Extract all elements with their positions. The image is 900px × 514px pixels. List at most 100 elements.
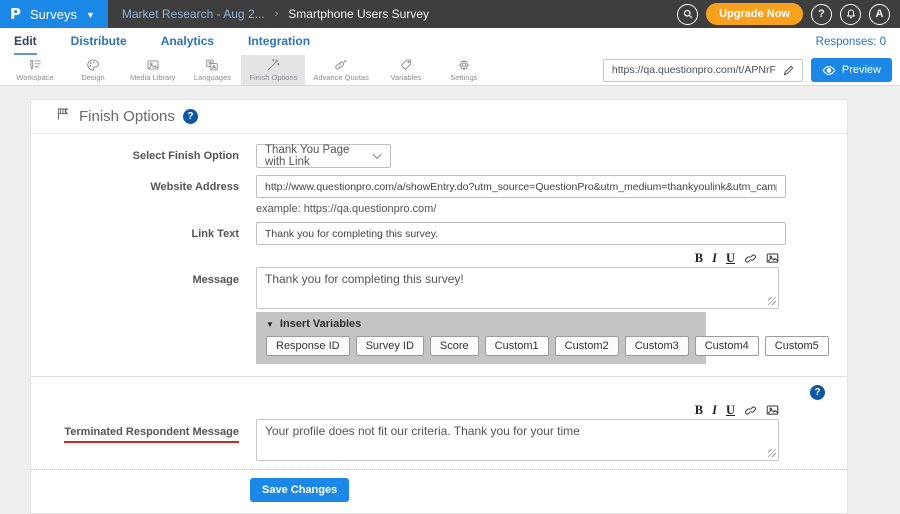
terminated-help-icon[interactable]: ? xyxy=(810,385,825,400)
finish-option-select[interactable]: Thank You Page with Link xyxy=(256,144,391,168)
terminated-message-textarea[interactable]: Your profile does not fit our criteria. … xyxy=(256,419,779,461)
finish-options-card: Finish Options ? Select Finish Option Th… xyxy=(30,99,848,514)
message-editor-toolbar: B I U xyxy=(256,252,779,265)
terminated-editor-toolbar: B I U xyxy=(256,404,779,417)
tab-distribute[interactable]: Distribute xyxy=(71,28,127,55)
finish-options-help-icon[interactable]: ? xyxy=(183,109,198,124)
breadcrumb: Market Research - Aug 2... › Smartphone … xyxy=(122,7,429,21)
toolbar-item-languages[interactable]: Languages xyxy=(183,55,241,85)
tab-integration[interactable]: Integration xyxy=(248,28,310,55)
edit-toolbar: Workspace Design Media Library Languages… xyxy=(0,55,900,86)
toolbar-item-design[interactable]: Design xyxy=(64,55,122,85)
notifications-button[interactable] xyxy=(840,4,861,25)
italic-button[interactable]: I xyxy=(712,404,717,417)
section-divider xyxy=(31,376,847,377)
translate-icon xyxy=(205,58,219,72)
website-address-example: example: https://qa.questionpro.com/ xyxy=(256,203,786,215)
eye-icon xyxy=(822,65,836,76)
pencil-icon xyxy=(782,64,795,77)
bell-icon xyxy=(845,8,857,20)
underline-button[interactable]: U xyxy=(726,252,735,265)
page-title: Finish Options xyxy=(79,108,175,125)
breadcrumb-survey-name[interactable]: Smartphone Users Survey xyxy=(288,7,429,21)
var-custom2-button[interactable]: Custom2 xyxy=(555,336,619,356)
survey-url-input[interactable] xyxy=(604,64,776,76)
search-button[interactable] xyxy=(677,4,698,25)
terminated-message-row: Terminated Respondent Message B I U xyxy=(31,404,847,461)
underline-button[interactable]: U xyxy=(726,404,735,417)
terminated-help-row: ? xyxy=(31,385,847,400)
website-address-label: Website Address xyxy=(55,175,239,193)
app-menu-label: Surveys xyxy=(30,7,77,22)
responses-count[interactable]: Responses: 0 xyxy=(816,28,886,55)
insert-variables-panel: ▼ Insert Variables Response ID Survey ID… xyxy=(256,312,706,364)
link-text-input[interactable] xyxy=(256,222,786,245)
avatar[interactable]: A xyxy=(869,4,890,25)
breadcrumb-folder[interactable]: Market Research - Aug 2... xyxy=(122,7,265,21)
main-nav-tabs: Edit Distribute Analytics Integration Re… xyxy=(0,28,900,55)
tag-icon xyxy=(399,58,413,72)
bold-button[interactable]: B xyxy=(695,252,703,265)
help-button[interactable]: ? xyxy=(811,4,832,25)
toolbar-item-media-library[interactable]: Media Library xyxy=(122,55,183,85)
edit-url-button[interactable] xyxy=(776,60,802,81)
insert-link-icon[interactable] xyxy=(744,252,757,265)
palette-icon xyxy=(86,58,100,72)
finish-option-selected-value: Thank You Page with Link xyxy=(265,144,372,168)
var-score-button[interactable]: Score xyxy=(430,336,479,356)
insert-variables-title: Insert Variables xyxy=(280,318,361,330)
upgrade-now-button[interactable]: Upgrade Now xyxy=(706,3,803,25)
collapse-triangle-icon: ▼ xyxy=(266,320,274,329)
link-text-row: Link Text xyxy=(31,222,847,245)
chevron-down-icon xyxy=(372,153,382,160)
image-icon xyxy=(146,58,160,72)
insert-image-icon[interactable] xyxy=(766,252,779,265)
var-custom3-button[interactable]: Custom3 xyxy=(625,336,689,356)
finish-options-form: Select Finish Option Thank You Page with… xyxy=(31,134,847,513)
preview-button[interactable]: Preview xyxy=(811,58,892,82)
card-header: Finish Options ? xyxy=(31,100,847,134)
message-textarea[interactable]: Thank you for completing this survey! xyxy=(256,267,779,309)
toolbar-item-settings[interactable]: Settings xyxy=(435,55,493,85)
surveys-app-menu[interactable]: P Surveys ▼ xyxy=(0,0,108,28)
finish-flag-icon xyxy=(55,106,71,127)
topbar-actions: Upgrade Now ? A xyxy=(677,3,900,25)
var-custom5-button[interactable]: Custom5 xyxy=(765,336,829,356)
var-custom1-button[interactable]: Custom1 xyxy=(485,336,549,356)
insert-variables-buttons: Response ID Survey ID Score Custom1 Cust… xyxy=(266,336,696,356)
toolbar-right: Preview xyxy=(603,55,892,85)
magic-wand-icon xyxy=(266,58,280,72)
website-address-input[interactable] xyxy=(256,175,786,198)
chevron-down-icon: ▼ xyxy=(86,10,95,20)
save-changes-button[interactable]: Save Changes xyxy=(250,478,349,502)
survey-url-box xyxy=(603,59,803,82)
website-address-row: Website Address example: https://qa.ques… xyxy=(31,175,847,215)
toolbar-item-workspace[interactable]: Workspace xyxy=(6,55,64,85)
insert-variables-toggle[interactable]: ▼ Insert Variables xyxy=(266,318,696,330)
toolbar-item-advance-quotas[interactable]: Advance Quotas xyxy=(305,55,376,85)
terminated-message-label: Terminated Respondent Message xyxy=(55,404,239,443)
page-content: Finish Options ? Select Finish Option Th… xyxy=(0,86,900,514)
tab-edit[interactable]: Edit xyxy=(14,28,37,55)
italic-button[interactable]: I xyxy=(712,252,717,265)
toolbar-item-finish-options[interactable]: Finish Options xyxy=(241,55,305,85)
message-label: Message xyxy=(55,252,239,286)
select-finish-row: Select Finish Option Thank You Page with… xyxy=(31,144,847,168)
insert-image-icon[interactable] xyxy=(766,404,779,417)
chain-links-icon xyxy=(334,58,348,72)
bold-button[interactable]: B xyxy=(695,404,703,417)
search-icon xyxy=(682,8,694,20)
workspace-icon xyxy=(28,58,42,72)
preview-label: Preview xyxy=(842,64,881,76)
questionpro-logo: P xyxy=(10,5,21,23)
var-response-id-button[interactable]: Response ID xyxy=(266,336,350,356)
tab-analytics[interactable]: Analytics xyxy=(161,28,214,55)
var-custom4-button[interactable]: Custom4 xyxy=(695,336,759,356)
gear-icon xyxy=(457,58,471,72)
var-survey-id-button[interactable]: Survey ID xyxy=(356,336,424,356)
insert-link-icon[interactable] xyxy=(744,404,757,417)
toolbar-item-variables[interactable]: Variables xyxy=(377,55,435,85)
terminated-label-text: Terminated Respondent Message xyxy=(64,426,239,443)
message-row: Message B I U Thank you for xyxy=(31,252,847,309)
select-finish-label: Select Finish Option xyxy=(55,144,239,162)
